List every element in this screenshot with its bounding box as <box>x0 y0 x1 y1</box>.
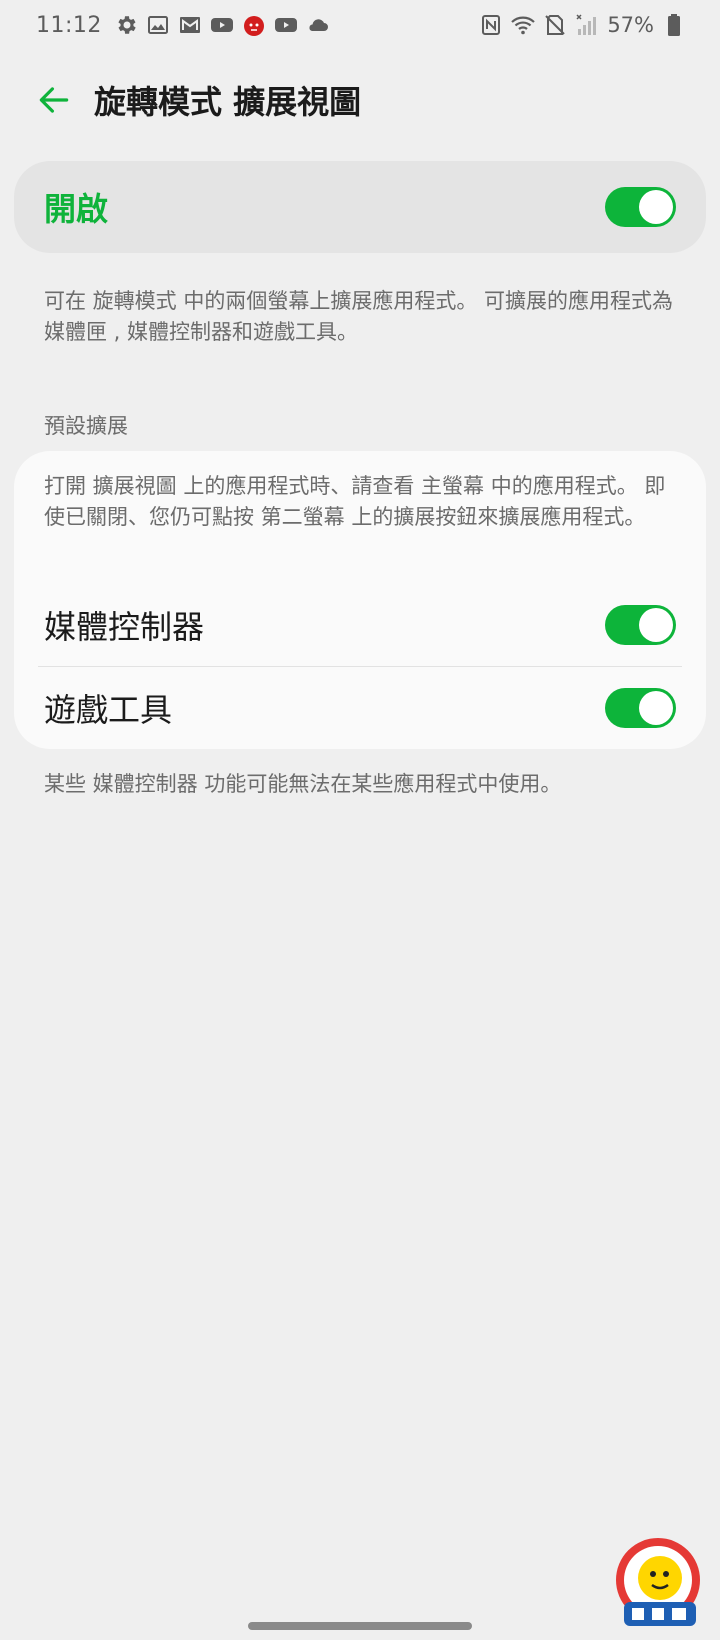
media-controller-row[interactable]: 媒體控制器 <box>14 584 706 666</box>
status-bar: 11:12 57% <box>0 0 720 50</box>
master-switch-label: 開啟 <box>44 190 109 228</box>
nfc-icon <box>479 13 503 37</box>
footnote: 某些 媒體控制器 功能可能無法在某些應用程式中使用。 <box>44 772 562 796</box>
master-switch-row[interactable]: 開啟 <box>14 161 706 253</box>
game-tools-row[interactable]: 遊戲工具 <box>14 667 706 749</box>
battery-percent: 57% <box>607 13 654 37</box>
antutu-icon <box>242 13 266 37</box>
media-controller-toggle[interactable] <box>605 605 676 645</box>
toggle-knob <box>639 691 673 725</box>
back-arrow-icon <box>39 87 69 113</box>
cloud-icon <box>306 13 330 37</box>
game-tools-label: 遊戲工具 <box>44 691 173 729</box>
page-title: 旋轉模式 擴展視圖 <box>94 83 362 121</box>
youtube-icon <box>274 13 298 37</box>
screen: 11:12 57% 旋轉模式 擴展視圖 開啟 可在 旋轉模式 中的兩個螢幕上擴展… <box>0 0 720 1640</box>
toggle-knob <box>639 190 673 224</box>
section-header-default-expand: 預設擴展 <box>44 414 128 438</box>
gear-icon <box>114 13 138 37</box>
media-controller-label: 媒體控制器 <box>44 608 205 646</box>
app-header: 旋轉模式 擴展視圖 <box>0 70 720 130</box>
toggle-knob <box>639 608 673 642</box>
youtube-icon <box>210 13 234 37</box>
wifi-icon <box>511 13 536 37</box>
feature-description: 可在 旋轉模式 中的兩個螢幕上擴展應用程式。 可擴展的應用程式為 媒體匣 , 媒… <box>44 289 674 344</box>
default-expand-description: 打開 擴展視圖 上的應用程式時、請查看 主螢幕 中的應用程式。 即使已關閉、您仍… <box>44 474 666 529</box>
eprice-watermark-logo <box>616 1538 700 1626</box>
status-time: 11:12 <box>36 12 102 38</box>
gmail-icon <box>178 13 202 37</box>
master-toggle[interactable] <box>605 187 676 227</box>
no-sim-icon <box>543 13 567 37</box>
signal-icon <box>575 13 599 37</box>
game-tools-toggle[interactable] <box>605 688 676 728</box>
default-expand-card: 打開 擴展視圖 上的應用程式時、請查看 主螢幕 中的應用程式。 即使已關閉、您仍… <box>14 451 706 749</box>
status-right: 57% <box>479 13 686 37</box>
back-button[interactable] <box>30 76 78 124</box>
status-left: 11:12 <box>36 13 330 38</box>
navigation-handle[interactable] <box>248 1622 472 1630</box>
battery-icon <box>662 13 686 37</box>
image-icon <box>146 13 170 37</box>
